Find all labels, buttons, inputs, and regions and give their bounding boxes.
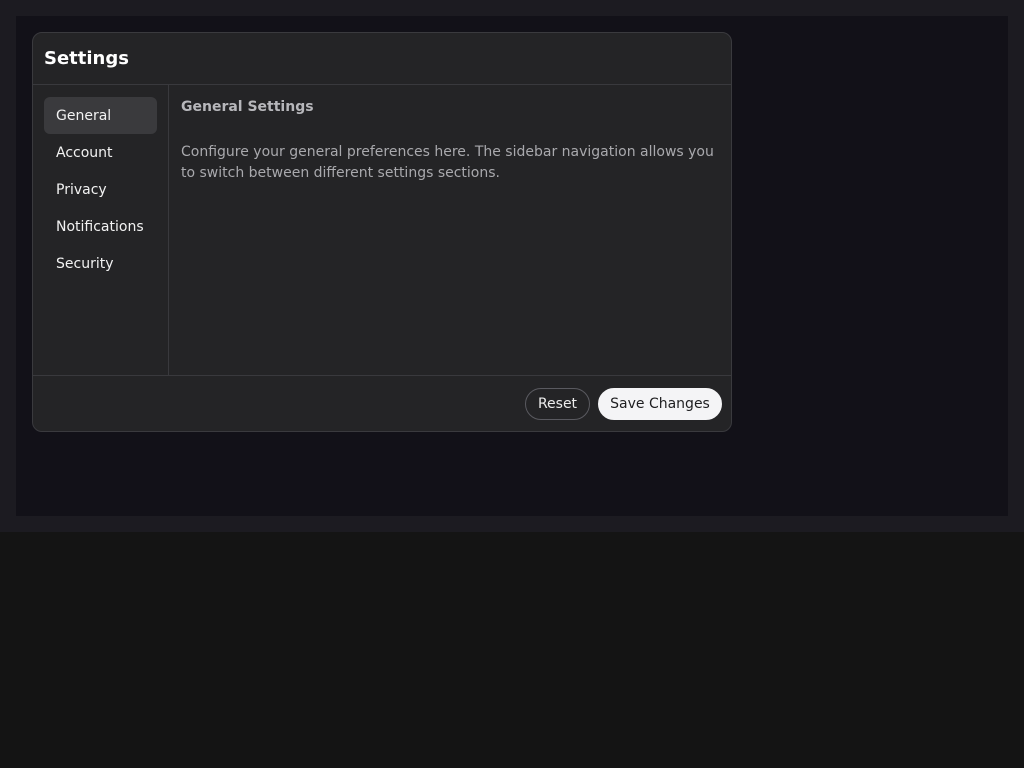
sidebar-item-label: Privacy [56, 181, 107, 198]
settings-content: General Settings Configure your general … [169, 85, 731, 376]
sidebar-item-account[interactable]: Account [44, 134, 157, 171]
sidebar-item-label: Notifications [56, 218, 144, 235]
reset-button[interactable]: Reset [525, 388, 590, 420]
dialog-body: General Account Privacy Notifications Se… [33, 85, 731, 376]
stage: Settings General Account Privacy Notific… [16, 16, 1008, 516]
settings-sidebar: General Account Privacy Notifications Se… [33, 85, 169, 376]
section-heading: General Settings [181, 99, 314, 115]
sidebar-item-notifications[interactable]: Notifications [44, 208, 157, 245]
sidebar-item-privacy[interactable]: Privacy [44, 171, 157, 208]
sidebar-item-label: Security [56, 255, 114, 272]
sidebar-item-general[interactable]: General [44, 97, 157, 134]
sidebar-item-label: Account [56, 144, 113, 161]
dialog-header: Settings [33, 33, 731, 85]
sidebar-item-security[interactable]: Security [44, 245, 157, 282]
sidebar-item-label: General [56, 107, 112, 124]
app-frame: Settings General Account Privacy Notific… [0, 0, 1024, 532]
dialog-footer: Reset Save Changes [33, 375, 731, 431]
dialog-title: Settings [44, 48, 129, 69]
settings-dialog: Settings General Account Privacy Notific… [32, 32, 732, 432]
save-changes-button[interactable]: Save Changes [598, 388, 722, 420]
section-description: Configure your general preferences here.… [181, 144, 714, 181]
